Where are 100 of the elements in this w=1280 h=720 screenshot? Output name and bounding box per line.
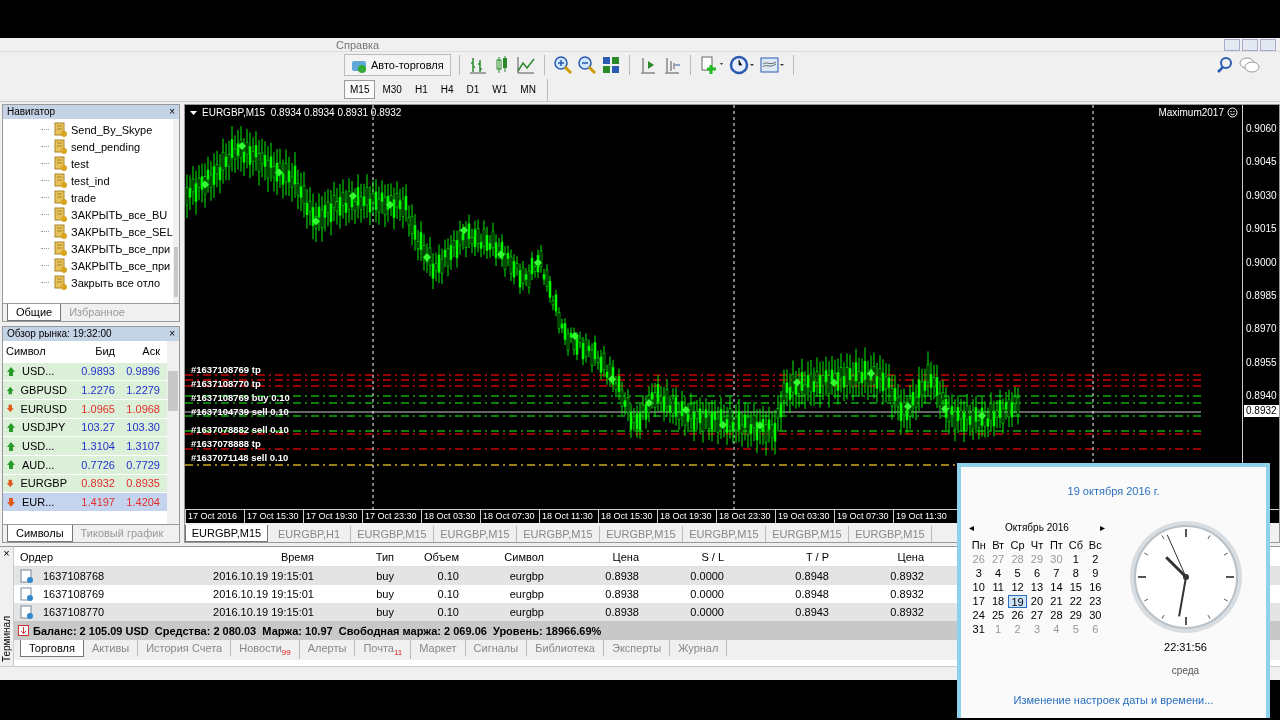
- column-header[interactable]: Тип: [320, 550, 400, 563]
- chart-tab[interactable]: EURGBP,M15: [185, 525, 268, 542]
- script-item[interactable]: Закрыть все отло: [71, 276, 161, 289]
- column-header[interactable]: Аск: [118, 345, 163, 357]
- calendar-day[interactable]: 3: [969, 567, 989, 580]
- calendar-day[interactable]: 15: [1066, 581, 1086, 594]
- timeframe-button[interactable]: M30: [376, 80, 408, 99]
- script-item[interactable]: ЗАКРЫТЬ_все_SEL: [71, 225, 173, 238]
- close-button[interactable]: ×: [169, 106, 175, 118]
- menu-item[interactable]: Справка: [330, 38, 386, 51]
- calendar-day[interactable]: 29: [1066, 609, 1086, 622]
- zoom-out-icon[interactable]: [576, 55, 597, 75]
- calendar-day[interactable]: 25: [988, 609, 1008, 622]
- calendar-day[interactable]: 1: [1066, 553, 1086, 566]
- calendar-day[interactable]: 19: [1007, 595, 1028, 608]
- add-indicator-icon[interactable]: [698, 55, 725, 75]
- calendar-day[interactable]: 10: [969, 581, 989, 594]
- column-header[interactable]: Символ: [465, 550, 550, 563]
- script-item[interactable]: test_ind: [71, 174, 110, 187]
- calendar-day[interactable]: 14: [1046, 581, 1067, 594]
- timeframe-button[interactable]: H4: [434, 80, 460, 99]
- market-row[interactable]: GBPUSD 1.2276 1.2279: [3, 381, 167, 400]
- calendar-day[interactable]: 28: [1046, 609, 1067, 622]
- calendar-day[interactable]: 21: [1046, 595, 1067, 608]
- calendar-day[interactable]: 22: [1066, 595, 1086, 608]
- table-cell-text: eurgbp: [508, 588, 545, 600]
- calendar-day[interactable]: 18: [988, 595, 1008, 608]
- calendar-day[interactable]: 17: [969, 595, 989, 608]
- column-header[interactable]: Ордер: [14, 550, 134, 563]
- previous-month-button[interactable]: ◂: [969, 521, 974, 533]
- bid-cell-text: 1.3104: [80, 440, 116, 453]
- terminal-tab[interactable]: Почта$_{11}$: [355, 640, 412, 660]
- timeframe-button[interactable]: H1: [408, 80, 434, 99]
- zoom-in-icon[interactable]: [552, 55, 573, 75]
- close-button[interactable]: ×: [169, 327, 175, 340]
- timeframe-button[interactable]: W1: [486, 80, 514, 99]
- clock-icon[interactable]: [728, 55, 755, 75]
- panel-tab[interactable]: Общие: [7, 303, 62, 321]
- line-chart-icon[interactable]: [515, 55, 536, 75]
- tile-windows-icon[interactable]: [600, 55, 621, 75]
- column-header[interactable]: Символ: [3, 345, 73, 357]
- calendar-day[interactable]: 2: [1085, 553, 1105, 566]
- calendar-day[interactable]: 30: [1085, 609, 1105, 622]
- calendar-day[interactable]: 5: [1007, 567, 1028, 580]
- column-header[interactable]: Объем: [400, 550, 465, 563]
- table-cell-text: 0.0000: [689, 606, 725, 618]
- auto-trading-button[interactable]: Авто-торговля: [344, 54, 451, 76]
- template-icon[interactable]: [758, 55, 785, 75]
- calendar-day[interactable]: 26: [1007, 609, 1028, 622]
- calendar-day[interactable]: 12: [1007, 581, 1028, 594]
- calendar-day[interactable]: 23: [1085, 595, 1105, 608]
- script-item[interactable]: send_pending: [71, 140, 141, 153]
- column-header[interactable]: Бид: [73, 345, 118, 357]
- script-item[interactable]: Send_By_Skype: [71, 123, 153, 136]
- script-icon: [53, 173, 67, 188]
- calendar-day[interactable]: 31: [969, 623, 989, 636]
- script-item[interactable]: ЗАКРЫТЬ_все_BU: [71, 208, 168, 221]
- calendar-day[interactable]: 24: [969, 609, 989, 622]
- column-header[interactable]: T / P: [730, 550, 835, 563]
- timeframe-button[interactable]: M15: [344, 80, 376, 99]
- timeframe-button[interactable]: D1: [460, 80, 486, 99]
- calendar-day[interactable]: 7: [1046, 567, 1067, 580]
- script-item[interactable]: ЗАКРЫТЬ_все_при: [71, 242, 171, 255]
- calendar-day[interactable]: 6: [1027, 567, 1047, 580]
- calendar-day[interactable]: 20: [1027, 595, 1047, 608]
- calendar-day[interactable]: 8: [1066, 567, 1086, 580]
- column-header[interactable]: Время: [134, 550, 320, 563]
- date-settings-link[interactable]: Изменение настроек даты и времени...: [1013, 694, 1214, 706]
- script-item[interactable]: trade: [71, 191, 97, 204]
- column-header[interactable]: S / L: [645, 550, 730, 563]
- terminal-tab[interactable]: Торговля: [20, 640, 84, 657]
- script-icon: [53, 207, 67, 222]
- calendar-day[interactable]: 4: [988, 567, 1008, 580]
- calendar-day[interactable]: 16: [1085, 581, 1105, 594]
- bar-chart-icon[interactable]: [467, 55, 488, 75]
- next-month-button[interactable]: ▸: [1100, 521, 1105, 533]
- calendar-day[interactable]: 27: [1027, 609, 1047, 622]
- calendar-day[interactable]: 11: [988, 581, 1008, 594]
- dropdown-icon[interactable]: [189, 108, 198, 117]
- terminal-tab[interactable]: Новости$_{99}$: [231, 640, 300, 660]
- panel-tab[interactable]: Символы: [7, 525, 73, 542]
- column-header[interactable]: Цена: [550, 550, 645, 563]
- calendar-day[interactable]: 13: [1027, 581, 1047, 594]
- scrollbar[interactable]: [167, 340, 179, 524]
- script-icon: [53, 241, 67, 256]
- date-title[interactable]: 19 октября 2016 г.: [1067, 485, 1160, 497]
- scrollbar[interactable]: [172, 119, 179, 303]
- table-cell-text: eurgbp: [508, 606, 545, 618]
- market-row[interactable]: EUR... 1.4197 1.4204: [3, 493, 167, 512]
- close-button[interactable]: ×: [3, 547, 10, 559]
- timeframe-button[interactable]: MN: [514, 80, 542, 99]
- column-header[interactable]: Цена: [835, 550, 930, 563]
- month-title[interactable]: Октябрь 2016: [1005, 521, 1069, 533]
- count-label: 11: [394, 648, 403, 658]
- table-cell-text: 0.8938: [604, 588, 640, 600]
- script-item[interactable]: test: [71, 157, 89, 170]
- market-row[interactable]: USD... 1.3104 1.3107: [3, 437, 167, 456]
- search-icon[interactable]: [1216, 56, 1234, 74]
- script-item[interactable]: ЗАКРЫТЬ_все_при: [71, 259, 171, 272]
- calendar-day[interactable]: 9: [1085, 567, 1105, 580]
